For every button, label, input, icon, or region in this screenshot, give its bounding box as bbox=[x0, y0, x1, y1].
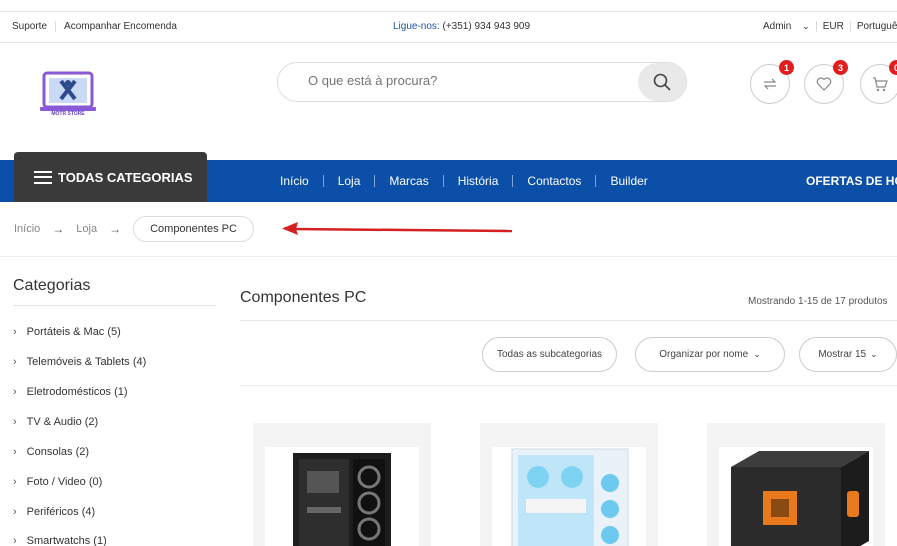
admin-label: Admin bbox=[763, 21, 792, 32]
breadcrumb: Início → Loja → Componentes PC bbox=[14, 216, 254, 242]
pc-case-black-icon bbox=[293, 453, 391, 546]
heart-icon bbox=[816, 77, 832, 91]
divider bbox=[13, 305, 216, 306]
compare-button[interactable]: 1 bbox=[750, 60, 794, 104]
subcategories-label: Todas as subcategorias bbox=[496, 349, 603, 360]
annotation-arrow-icon bbox=[282, 222, 513, 235]
sidebar-item-portateis[interactable]: › Portáteis & Mac (5) bbox=[13, 326, 121, 338]
chevron-right-icon: › bbox=[13, 416, 17, 428]
product-image bbox=[265, 447, 419, 546]
sidebar-item-label: Foto / Video (0) bbox=[26, 476, 103, 488]
sort-dropdown[interactable]: Organizar por nome ⌄ bbox=[635, 337, 785, 372]
menu-icon bbox=[34, 170, 52, 184]
track-order-link[interactable]: Acompanhar Encomenda bbox=[56, 21, 185, 32]
search-icon bbox=[653, 73, 671, 91]
compare-count-badge: 1 bbox=[779, 60, 794, 75]
product-card[interactable] bbox=[707, 423, 885, 546]
sidebar-item-eletrodomesticos[interactable]: › Eletrodomésticos (1) bbox=[13, 386, 128, 398]
sidebar-item-label: Eletrodomésticos (1) bbox=[26, 386, 128, 398]
main-nav-links: Início Loja Marcas História Contactos Bu… bbox=[266, 174, 662, 188]
sidebar-item-label: Portáteis & Mac (5) bbox=[26, 326, 121, 338]
search-input[interactable] bbox=[308, 73, 628, 88]
language-selector[interactable]: Português bbox=[849, 21, 897, 32]
chevron-right-icon: › bbox=[13, 386, 17, 398]
cpu-box-icon bbox=[731, 451, 869, 546]
sidebar-item-perifericos[interactable]: › Periféricos (4) bbox=[13, 506, 95, 518]
call-label: Ligue-nos: bbox=[393, 21, 440, 32]
arrow-right-icon: → bbox=[109, 222, 122, 236]
all-categories-label: TODAS CATEGORIAS bbox=[58, 169, 193, 185]
cart-button[interactable]: 0 bbox=[860, 60, 897, 104]
chevron-right-icon: › bbox=[13, 326, 17, 338]
support-link[interactable]: Suporte bbox=[12, 21, 57, 32]
arrow-right-icon: → bbox=[52, 222, 65, 236]
sort-label: Organizar por nome bbox=[659, 349, 749, 360]
nav-link-contactos[interactable]: Contactos bbox=[513, 174, 595, 188]
sidebar-title: Categorias bbox=[13, 277, 91, 294]
currency-selector[interactable]: EUR bbox=[815, 21, 850, 32]
chevron-right-icon: › bbox=[13, 446, 17, 458]
chevron-down-icon: ⌄ bbox=[753, 349, 761, 359]
admin-menu[interactable]: Admin ⌄ bbox=[757, 21, 816, 32]
sidebar-item-label: Smartwatchs (1) bbox=[26, 535, 107, 546]
logo-text: MOTR STORE bbox=[51, 111, 85, 117]
compare-arrows-icon bbox=[763, 78, 777, 90]
wishlist-button[interactable]: 3 bbox=[804, 60, 848, 104]
chevron-down-icon: ⌄ bbox=[870, 349, 878, 359]
top-bar: Suporte Acompanhar Encomenda Ligue-nos: … bbox=[0, 11, 897, 43]
per-page-dropdown[interactable]: Mostrar 15 ⌄ bbox=[799, 337, 897, 372]
wishlist-count-badge: 3 bbox=[833, 60, 848, 75]
product-image bbox=[492, 447, 646, 546]
store-logo[interactable]: MOTR STORE bbox=[40, 71, 96, 121]
sidebar-item-label: Telemóveis & Tablets (4) bbox=[26, 356, 147, 368]
chevron-right-icon: › bbox=[13, 535, 17, 546]
all-categories-button[interactable]: TODAS CATEGORIAS bbox=[14, 152, 207, 202]
nav-link-marcas[interactable]: Marcas bbox=[375, 174, 442, 188]
search-button[interactable] bbox=[638, 63, 686, 101]
todays-offers-link[interactable]: OFERTAS DE HOJE bbox=[806, 174, 897, 188]
chevron-right-icon: › bbox=[13, 506, 17, 518]
nav-link-builder[interactable]: Builder bbox=[596, 174, 661, 188]
sidebar-item-label: Consolas (2) bbox=[26, 446, 90, 458]
product-card[interactable] bbox=[253, 423, 431, 546]
breadcrumb-shop[interactable]: Loja bbox=[76, 223, 97, 235]
phone-contact: Ligue-nos: (+351) 934 943 909 bbox=[393, 21, 530, 32]
sidebar-item-foto-video[interactable]: › Foto / Video (0) bbox=[13, 476, 102, 488]
divider bbox=[240, 385, 897, 386]
sidebar-item-consolas[interactable]: › Consolas (2) bbox=[13, 446, 89, 458]
sidebar-item-telemoveis[interactable]: › Telemóveis & Tablets (4) bbox=[13, 356, 146, 368]
page-title: Componentes PC bbox=[240, 289, 367, 306]
product-card[interactable] bbox=[480, 423, 658, 546]
divider bbox=[0, 256, 897, 257]
divider bbox=[240, 320, 897, 321]
nav-link-inicio[interactable]: Início bbox=[266, 174, 323, 188]
chevron-right-icon: › bbox=[13, 476, 17, 488]
nav-link-loja[interactable]: Loja bbox=[324, 174, 375, 188]
sidebar-item-label: TV & Audio (2) bbox=[26, 416, 99, 428]
search-bar bbox=[277, 62, 687, 102]
top-bar-links: Suporte Acompanhar Encomenda bbox=[12, 21, 185, 32]
cart-count-badge: 0 bbox=[889, 60, 897, 75]
nav-link-historia[interactable]: História bbox=[444, 174, 513, 188]
per-page-label: Mostrar 15 bbox=[818, 349, 867, 360]
subcategories-dropdown[interactable]: Todas as subcategorias bbox=[482, 337, 617, 372]
phone-number[interactable]: (+351) 934 943 909 bbox=[442, 21, 530, 32]
breadcrumb-home[interactable]: Início bbox=[14, 223, 40, 235]
top-bar-settings: Admin ⌄ EUR Português bbox=[757, 21, 897, 32]
sidebar-item-smartwatchs[interactable]: › Smartwatchs (1) bbox=[13, 535, 107, 546]
pc-case-white-icon bbox=[511, 448, 629, 546]
sidebar-item-label: Periféricos (4) bbox=[26, 506, 96, 518]
results-count: Mostrando 1-15 de 17 produtos bbox=[748, 296, 888, 307]
chevron-right-icon: › bbox=[13, 356, 17, 368]
sidebar-item-tv-audio[interactable]: › TV & Audio (2) bbox=[13, 416, 98, 428]
cart-icon bbox=[873, 77, 888, 92]
product-image bbox=[719, 447, 873, 546]
chevron-down-icon: ⌄ bbox=[802, 21, 810, 31]
breadcrumb-current: Componentes PC bbox=[133, 216, 254, 242]
